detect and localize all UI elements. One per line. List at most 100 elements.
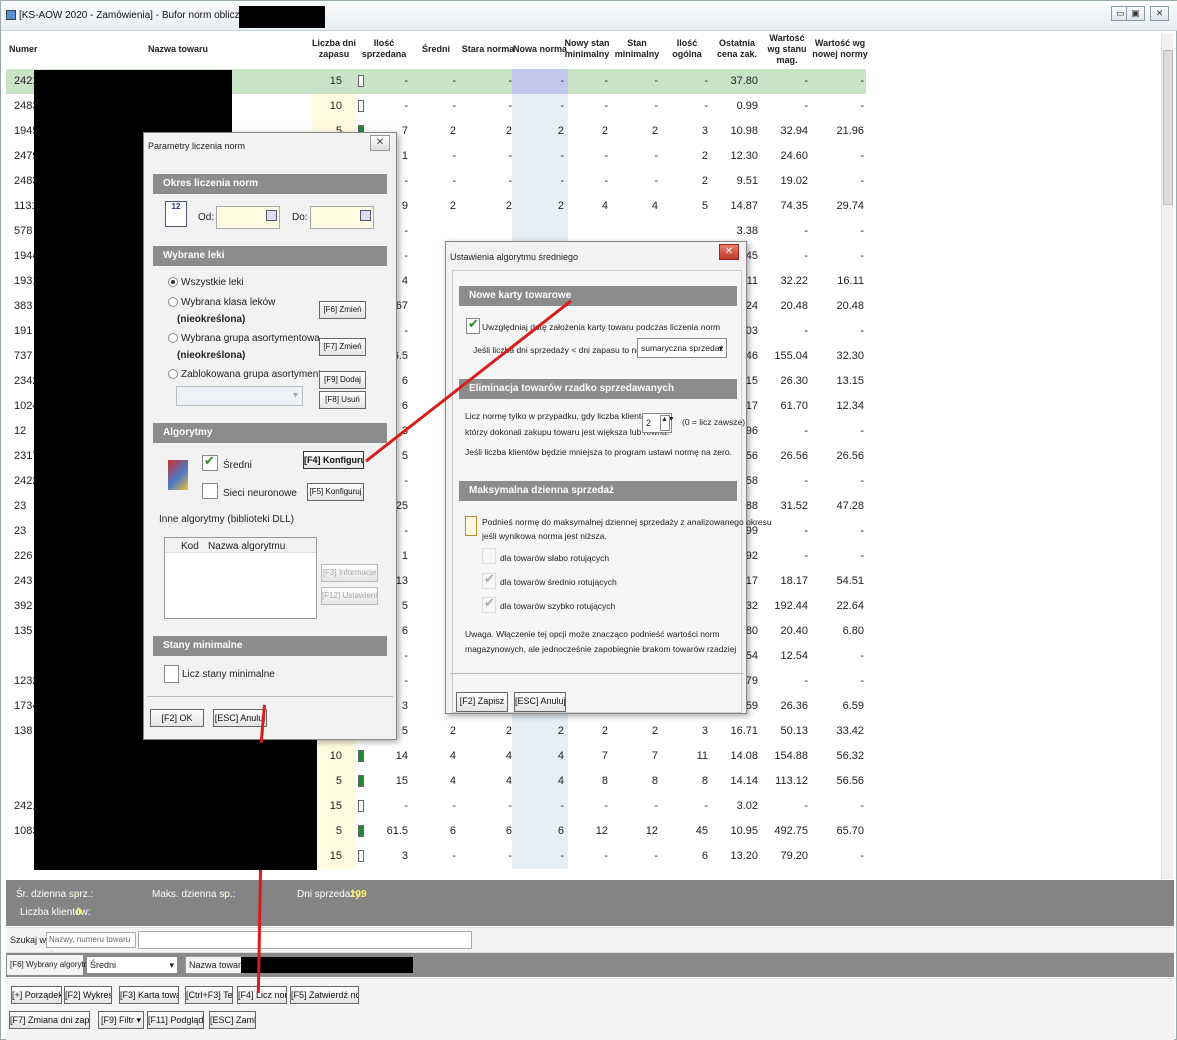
add-button[interactable]: [F9] Dodaj [319, 371, 366, 389]
checkbox-average[interactable] [202, 453, 218, 471]
maximize-button[interactable]: ▣ [1126, 6, 1145, 21]
section-period: Okres liczenia norm [153, 174, 387, 194]
table-cell: 26.30 [780, 375, 808, 387]
radio-drug-class[interactable] [168, 297, 178, 307]
toolbar-button[interactable]: [F5] Zatwierdź normy [290, 986, 359, 1004]
close-icon[interactable]: ✕ [719, 244, 739, 260]
table-cell: 61.70 [780, 400, 808, 412]
radio-assortment-group[interactable] [168, 333, 178, 343]
section-max-sales: Maksymalna dzienna sprzedaż [459, 481, 737, 501]
stepper-arrows-icon[interactable]: ▲▼ [660, 415, 675, 431]
date-picker-icon[interactable] [266, 210, 277, 221]
app-icon [6, 10, 16, 20]
table-cell: 24.60 [780, 150, 808, 162]
table-cell: - [654, 800, 658, 812]
min-clients-stepper[interactable]: 2 ▲▼ [642, 413, 675, 433]
vertical-scrollbar[interactable] [1161, 34, 1173, 879]
col-name: Nazwa algorytmu [208, 541, 286, 552]
checkbox-neural[interactable] [202, 483, 218, 499]
info-button[interactable]: [F3] Informacje [321, 564, 378, 582]
title-bar: [KS-AOW 2020 - Zamówienia] - Bufor norm … [1, 1, 1177, 31]
table-cell: 20.40 [780, 625, 808, 637]
search-input[interactable] [138, 931, 472, 949]
table-cell: 2 [505, 125, 512, 137]
table-cell: 2 [601, 725, 608, 737]
column-header[interactable]: Średni [412, 33, 460, 65]
column-header[interactable]: Nowy stan minimalny [562, 33, 612, 65]
table-cell: - [604, 800, 608, 812]
column-header[interactable]: Ilość sprzedana [356, 33, 412, 65]
table-cell: - [508, 850, 512, 862]
column-header[interactable]: Stara norma [460, 33, 516, 65]
ok-button[interactable]: [F2] OK [150, 709, 204, 727]
close-window-button[interactable]: ✕ [1150, 6, 1169, 21]
column-header[interactable]: Nazwa towaru [40, 33, 316, 65]
dll-algorithms-list[interactable]: Kod Nazwa algorytmu [164, 537, 317, 619]
toolbar-button[interactable]: [F11] Podgląd sp. [147, 1011, 204, 1029]
section-min-stock: Stany minimalne [153, 636, 387, 656]
table-cell: 29.74 [836, 200, 864, 212]
table-cell: 11 [696, 750, 708, 762]
table-cell: - [860, 675, 864, 687]
column-header[interactable]: Numer [6, 33, 40, 65]
column-header[interactable]: Stan minimalny [612, 33, 662, 65]
checkbox-min-stock[interactable] [164, 665, 179, 683]
column-header[interactable]: Ilość ogólna [662, 33, 712, 65]
toolbar-button[interactable]: [F3] Karta towaru [119, 986, 179, 1004]
table-cell: 5 [701, 200, 708, 212]
note-line-2: magazynowych, ale jednocześnie zapobiegn… [465, 644, 737, 654]
scrollbar-thumb[interactable] [1163, 50, 1173, 205]
cancel-button[interactable]: [ESC] Anuluj [514, 692, 566, 712]
toolbar-button[interactable]: [F4] Licz normy [237, 986, 287, 1004]
radio-blocked-group[interactable] [168, 369, 178, 379]
radio-blocked-label: Zablokowana grupa asortymentowa [181, 369, 340, 380]
checkbox-max-sales[interactable] [465, 516, 477, 536]
table-cell: - [512, 69, 568, 94]
configure-neural-button[interactable]: [F5] Konfiguruj [307, 483, 364, 501]
stock-indicator [358, 75, 364, 87]
change-group-button[interactable]: [F7] Zmień [319, 338, 366, 356]
blocked-group-select[interactable]: ▾ [176, 386, 303, 406]
change-class-button[interactable]: [F6] Zmień [319, 301, 366, 319]
days-value: 109 [350, 889, 367, 900]
column-header[interactable]: Liczba dni zapasu [312, 33, 356, 65]
table-cell: - [860, 850, 864, 862]
toolbar-button[interactable]: [Ctrl+F3] Test [185, 986, 233, 1004]
column-header[interactable]: Nowa norma [512, 33, 568, 65]
column-header[interactable]: Ostatnia cena zak. [712, 33, 762, 65]
toolbar-button[interactable]: [F7] Zmiana dni zapasu ▾ [9, 1011, 90, 1029]
date-picker-icon[interactable] [360, 210, 371, 221]
checkbox-card-date[interactable] [466, 316, 480, 334]
table-cell: 4 [505, 750, 512, 762]
settings-button[interactable]: [F12] Ustawienia [321, 587, 378, 605]
rule-select[interactable]: sumaryczna sprzedaż ▾ [637, 338, 727, 358]
toolbar-button[interactable]: [ESC] Zamknij [209, 1011, 256, 1029]
toolbar-button[interactable]: [+] Porządek [11, 986, 62, 1004]
from-label: Od: [198, 212, 215, 223]
algorithm-select[interactable]: Średni ▾ [86, 956, 178, 974]
elim-line-1: Licz normę tylko w przypadku, gdy liczba… [465, 411, 654, 421]
table-cell: - [860, 325, 864, 337]
cancel-button[interactable]: [ESC] Anuluj [213, 709, 267, 727]
save-button[interactable]: [F2] Zapisz [456, 692, 508, 712]
configure-average-button[interactable]: [F4] Konfiguruj [303, 451, 364, 469]
remove-button[interactable]: [F8] Usuń [319, 391, 366, 409]
table-cell: 4 [449, 750, 456, 762]
checkbox-fast[interactable] [482, 595, 496, 613]
table-cell: - [860, 800, 864, 812]
radio-all-drugs[interactable] [168, 277, 178, 287]
toolbar-button[interactable]: [F2] Wykres [64, 986, 112, 1004]
table-cell: - [604, 150, 608, 162]
search-bar: Szukaj wg Nazwy, numeru towaru ▾ [6, 927, 1174, 958]
checkbox-slow[interactable] [482, 548, 496, 564]
column-header[interactable]: Wartość wg stanu mag. [762, 33, 812, 65]
card-date-label: Uwzględniaj datę założenia karty towaru … [482, 322, 721, 332]
toolbar-button[interactable]: [F9] Filtr ▾ [98, 1011, 144, 1029]
table-cell: 492.75 [774, 825, 808, 837]
table-cell: 50.13 [780, 725, 808, 737]
search-mode-select[interactable]: Nazwy, numeru towaru ▾ [46, 932, 136, 958]
checkbox-medium[interactable] [482, 571, 496, 589]
medium-label: dla towarów średnio rotujących [500, 577, 617, 587]
column-header[interactable]: Wartość wg nowej normy [812, 33, 868, 65]
close-icon[interactable]: ✕ [370, 135, 390, 151]
